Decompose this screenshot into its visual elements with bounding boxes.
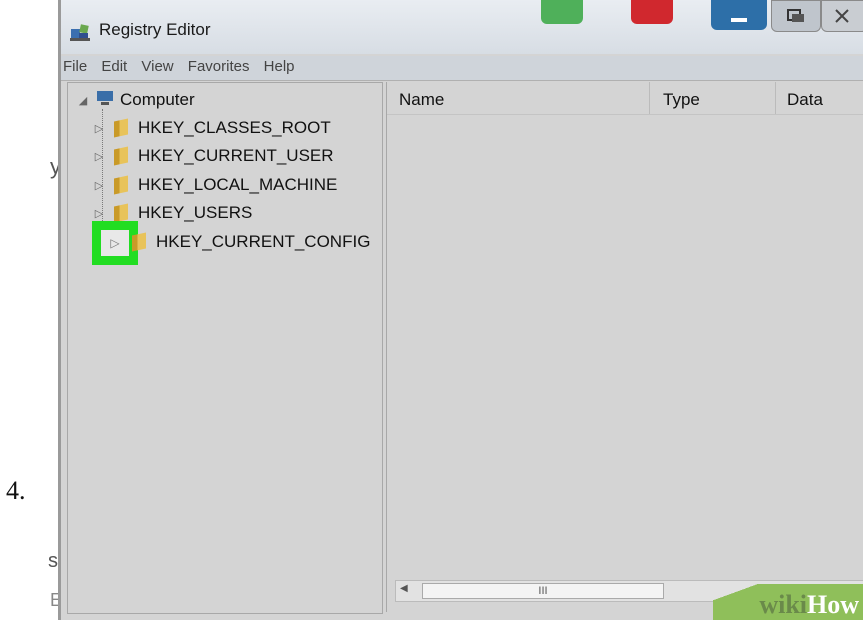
registry-icon	[69, 21, 93, 48]
title-bar[interactable]: Registry Editor	[61, 0, 863, 54]
minimize-button[interactable]	[711, 0, 767, 30]
scrollbar-grip: III	[538, 585, 548, 597]
folder-icon	[114, 175, 128, 195]
restore-icon	[787, 9, 804, 22]
menu-view[interactable]: View	[135, 56, 177, 75]
registry-tree-pane[interactable]: ◢ Computer ▷ HKEY_CLASSES_ROOT ▷ HKEY_CU…	[67, 82, 383, 614]
scroll-left-arrow-icon[interactable]: ◀	[400, 583, 408, 594]
folder-icon	[132, 232, 146, 252]
menu-bar: File Edit View Favorites Help	[61, 56, 863, 81]
close-button[interactable]	[821, 0, 863, 32]
values-list-pane[interactable]: Name Type Data ◀ III	[386, 82, 863, 612]
expand-arrow-icon[interactable]: ▷	[90, 150, 108, 163]
tree-label: HKEY_LOCAL_MACHINE	[138, 175, 338, 194]
folder-icon	[114, 118, 128, 138]
tree-node-hkey-current-config[interactable]: ▷ HKEY_CURRENT_CONFIG	[108, 229, 370, 255]
menu-file[interactable]: File	[61, 56, 91, 75]
tree-node-computer[interactable]: ◢ Computer	[74, 87, 195, 113]
expand-arrow-icon[interactable]: ▷	[90, 179, 108, 192]
watermark-text: How	[807, 590, 859, 619]
tree-label: HKEY_CURRENT_USER	[138, 146, 334, 165]
header-divider	[387, 114, 863, 115]
window-title: Registry Editor	[99, 20, 211, 39]
tree-label: HKEY_CLASSES_ROOT	[138, 118, 331, 137]
collapse-arrow-icon[interactable]: ◢	[74, 94, 92, 107]
tree-node-hkey-classes-root[interactable]: ▷ HKEY_CLASSES_ROOT	[90, 115, 331, 141]
green-taskbar-button[interactable]	[541, 0, 583, 24]
column-header-data[interactable]: Data	[787, 90, 823, 110]
step-number: 4.	[6, 476, 26, 505]
menu-favorites[interactable]: Favorites	[182, 56, 254, 75]
column-divider[interactable]	[649, 82, 650, 114]
menu-edit[interactable]: Edit	[95, 56, 131, 75]
expand-arrow-icon[interactable]: ▷	[90, 122, 108, 135]
wikihow-watermark: wiki How	[713, 584, 863, 620]
column-header-type[interactable]: Type	[663, 90, 700, 110]
restore-button[interactable]	[771, 0, 821, 32]
minimize-icon	[731, 18, 747, 22]
scrollbar-thumb[interactable]: III	[422, 583, 664, 599]
registry-editor-window: Registry Editor File Edit View Favorites…	[58, 0, 863, 620]
menu-help[interactable]: Help	[258, 56, 299, 75]
red-taskbar-button[interactable]	[631, 0, 673, 24]
watermark-text: wiki	[759, 590, 807, 619]
background-text-fragment: s	[48, 550, 58, 572]
tree-label: HKEY_CURRENT_CONFIG	[156, 232, 371, 251]
close-icon	[835, 9, 849, 23]
folder-icon	[114, 146, 128, 166]
expand-arrow-icon[interactable]: ▷	[90, 207, 108, 220]
tree-node-hkey-current-user[interactable]: ▷ HKEY_CURRENT_USER	[90, 143, 334, 169]
column-divider[interactable]	[775, 82, 776, 114]
column-header-name[interactable]: Name	[399, 90, 444, 110]
computer-icon	[96, 90, 114, 111]
tree-label: HKEY_USERS	[138, 203, 253, 222]
tree-label-computer: Computer	[120, 90, 195, 109]
folder-icon	[114, 203, 128, 223]
tree-node-hkey-local-machine[interactable]: ▷ HKEY_LOCAL_MACHINE	[90, 172, 337, 198]
